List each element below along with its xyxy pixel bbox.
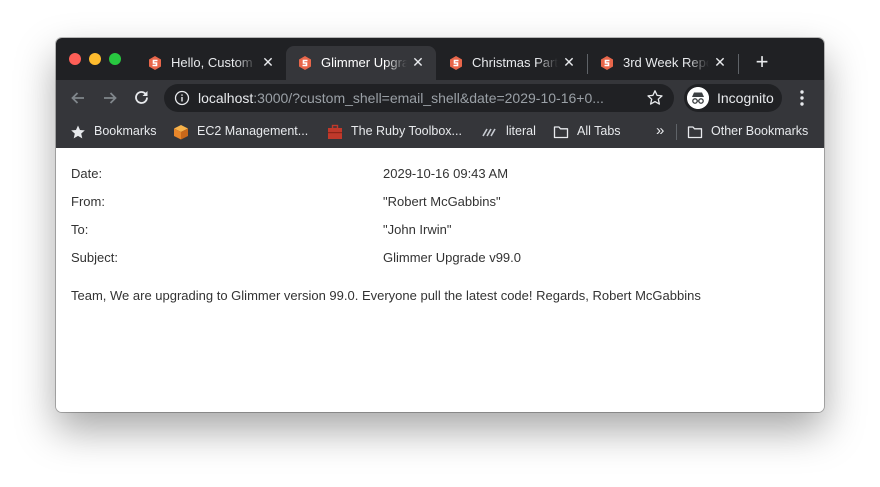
field-label: From: [71, 194, 105, 209]
address-bar[interactable]: localhost:3000/?custom_shell=email_shell… [164, 84, 674, 112]
field-label: To: [71, 222, 89, 237]
bookmark-label: literal [506, 124, 536, 138]
tab-title: Glimmer Upgrade v99.0 [321, 55, 407, 70]
toolbox-icon [328, 124, 342, 139]
url-host: localhost [198, 90, 254, 106]
maximize-window-button[interactable] [109, 53, 121, 65]
literal-logo-icon [482, 128, 496, 137]
field-label: Subject: [71, 250, 118, 265]
info-icon[interactable] [174, 90, 190, 106]
incognito-spy-icon [687, 87, 709, 109]
bookmarks-separator [676, 124, 677, 140]
url-text: localhost:3000/?custom_shell=email_shell… [198, 90, 604, 106]
more-menu-icon[interactable] [794, 88, 810, 108]
tab-close-icon[interactable]: ✕ [410, 54, 426, 70]
bookmark-star-icon[interactable] [646, 89, 664, 107]
tab-title: Christmas Party [472, 55, 558, 70]
field-label: Date: [71, 166, 103, 181]
folder-icon [687, 126, 703, 139]
tab-glimmer-upgrade[interactable]: Glimmer Upgrade v99.0 ✕ [286, 46, 436, 80]
tab-3rd-week-report[interactable]: 3rd Week Report ✕ [588, 46, 738, 80]
glimmer-favicon-icon [149, 56, 161, 70]
glimmer-favicon-icon [299, 56, 311, 70]
browser-window: Hello, Custom Shell ✕ Glimmer Upgrade v9… [56, 38, 824, 412]
field-value: "John Irwin" [383, 222, 452, 237]
field-value: "Robert McGabbins" [383, 194, 501, 209]
bookmark-label: All Tabs [577, 124, 621, 138]
bookmark-label: The Ruby Toolbox... [351, 124, 462, 138]
tab-close-icon[interactable]: ✕ [260, 54, 276, 70]
tab-strip: Hello, Custom Shell ✕ Glimmer Upgrade v9… [56, 38, 824, 80]
tab-christmas-party[interactable]: Christmas Party ✕ [437, 46, 587, 80]
new-tab-plus-icon[interactable]: + [750, 50, 774, 74]
close-window-button[interactable] [69, 53, 81, 65]
bookmarks-bar: Bookmarks EC2 Management... The Ruby Too… [56, 116, 824, 148]
field-value: Glimmer Upgrade v99.0 [383, 250, 521, 265]
tab-separator [738, 54, 739, 74]
field-value: 2029-10-16 09:43 AM [383, 166, 509, 181]
bookmark-label: Other Bookmarks [711, 124, 809, 138]
star-icon [71, 125, 85, 139]
tab-hello-custom-shell[interactable]: Hello, Custom Shell ✕ [136, 46, 286, 80]
tab-title: 3rd Week Report [623, 55, 709, 70]
tab-close-icon[interactable]: ✕ [712, 54, 728, 70]
tab-close-icon[interactable]: ✕ [561, 54, 577, 70]
folder-icon [553, 126, 569, 139]
aws-cube-icon [174, 125, 188, 140]
incognito-label: Incognito [717, 90, 774, 106]
bookmark-label: EC2 Management... [197, 124, 309, 138]
incognito-profile-button[interactable]: Incognito [684, 84, 782, 112]
tab-title: Hello, Custom Shell [171, 55, 257, 70]
bookmarks-overflow-chevron[interactable]: » [656, 122, 664, 139]
reload-icon[interactable] [132, 88, 152, 108]
browser-toolbar: localhost:3000/?custom_shell=email_shell… [56, 80, 824, 116]
glimmer-favicon-icon [601, 56, 613, 70]
url-path: :3000/?custom_shell=email_shell&date=202… [253, 90, 604, 106]
minimize-window-button[interactable] [89, 53, 101, 65]
forward-arrow-icon[interactable] [100, 88, 120, 108]
bookmark-label: Bookmarks [94, 124, 157, 138]
email-view: Date: 2029-10-16 09:43 AM From: "Robert … [56, 148, 824, 412]
email-body: Team, We are upgrading to Glimmer versio… [71, 288, 701, 303]
glimmer-favicon-icon [450, 56, 462, 70]
back-arrow-icon[interactable] [68, 88, 88, 108]
